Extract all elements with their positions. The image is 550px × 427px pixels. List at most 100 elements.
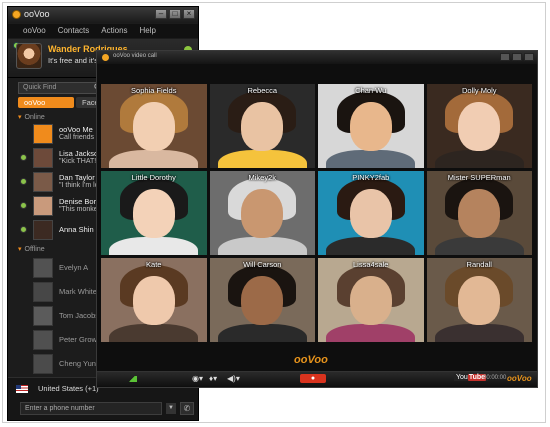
participant-name: Will Carson: [243, 260, 282, 269]
phone-number-input[interactable]: Enter a phone number: [20, 402, 162, 415]
video-tile[interactable]: Sophia Fields: [101, 84, 207, 168]
contact-name: Cheng Yun: [59, 359, 96, 368]
participant-face: [349, 276, 392, 326]
online-section-header[interactable]: ▾ Online: [18, 113, 45, 121]
contact-row[interactable]: Anna Shin: [18, 219, 106, 241]
end-call-button[interactable]: ●: [300, 374, 326, 383]
contact-row[interactable]: Lisa Jackson "Kick THAT!!": [18, 147, 106, 169]
video-tile[interactable]: Little Dorothy: [101, 171, 207, 255]
participant-body: [434, 323, 524, 342]
video-window-title: ooVoo video call: [113, 53, 157, 59]
video-tile[interactable]: Chan Wu: [318, 84, 424, 168]
contact-avatar: [33, 172, 53, 192]
contact-message: "Kick THAT!!": [59, 158, 101, 165]
speaker-icon[interactable]: ◀)▾: [227, 374, 240, 383]
title-bar[interactable]: ooVoo – □ ×: [8, 7, 198, 23]
video-tile[interactable]: Rebecca: [209, 84, 315, 168]
participant-name: Little Dorothy: [131, 173, 176, 182]
participant-name: Mister SUPERman: [447, 173, 511, 182]
participant-name: Kate: [146, 260, 162, 269]
signal-strength-icon: [127, 376, 137, 382]
contact-message: "I think I'm lo: [59, 182, 99, 189]
participant-body: [326, 323, 416, 342]
video-tile[interactable]: Will Carson: [209, 258, 315, 342]
participant-face: [132, 189, 175, 239]
contact-row[interactable]: Denise Bortl... "This monkey l: [18, 195, 106, 217]
participant-body: [109, 149, 199, 168]
menu-actions[interactable]: Actions: [95, 24, 133, 38]
maximize-button[interactable]: [512, 53, 522, 61]
participant-face: [132, 276, 175, 326]
video-tile[interactable]: Randall: [426, 258, 532, 342]
chevron-down-icon[interactable]: ▼: [166, 403, 176, 414]
video-call-window: ooVoo video call Sophia Fields Rebecca Cha…: [96, 50, 538, 388]
participant-name: Rebecca: [247, 86, 278, 95]
contact-name: Evelyn A: [59, 263, 89, 272]
minimize-button[interactable]: –: [155, 9, 167, 19]
us-flag-icon[interactable]: [16, 385, 28, 393]
my-avatar[interactable]: [16, 43, 42, 69]
participant-name: Sophia Fields: [131, 86, 177, 95]
contact-name: Mark White: [59, 287, 97, 296]
video-title-bar[interactable]: ooVoo video call: [97, 51, 537, 64]
contact-row[interactable]: Dan Taylor "I think I'm lo: [18, 171, 106, 193]
menu-bar: ooVoo Contacts Actions Help: [8, 24, 198, 38]
close-button[interactable]: [524, 53, 534, 61]
participant-face: [349, 189, 392, 239]
participant-body: [217, 236, 307, 255]
online-status-icon: [20, 178, 27, 185]
contact-row[interactable]: ooVoo Me Call friends h: [18, 123, 106, 145]
minimize-button[interactable]: [500, 53, 510, 61]
tab-oovoo[interactable]: ooVoo: [18, 97, 74, 108]
contact-avatar: [33, 282, 53, 302]
close-button[interactable]: ×: [183, 9, 195, 19]
participant-name: Dolly Moly: [461, 86, 497, 95]
video-footer: ooVoo ◉▾ ♦▾ ◀)▾ ● YouTube 00:00:00 ooVoo: [97, 347, 537, 387]
contact-row[interactable]: Tom Jacobson: [18, 305, 107, 327]
participant-face: [132, 102, 175, 152]
quick-find-input[interactable]: Quick Find: [18, 82, 103, 94]
video-tile[interactable]: PINKY2fab: [318, 171, 424, 255]
participant-face: [458, 102, 501, 152]
menu-oovoo[interactable]: ooVoo: [8, 24, 52, 38]
participant-body: [217, 149, 307, 168]
call-control-bar: ◉▾ ♦▾ ◀)▾ ● YouTube 00:00:00 ooVoo: [97, 371, 537, 386]
contact-avatar: [33, 196, 53, 216]
microphone-icon[interactable]: ♦▾: [209, 374, 217, 383]
contact-row[interactable]: Evelyn A: [18, 257, 106, 279]
participant-body: [434, 236, 524, 255]
participant-body: [434, 149, 524, 168]
video-tile[interactable]: Mister SUPERman: [426, 171, 532, 255]
phone-call-button[interactable]: ✆: [180, 402, 194, 415]
video-tile[interactable]: Mikey2k: [209, 171, 315, 255]
maximize-button[interactable]: □: [169, 9, 181, 19]
participant-body: [217, 323, 307, 342]
participant-body: [326, 149, 416, 168]
video-tile[interactable]: Kate: [101, 258, 207, 342]
contact-row[interactable]: Peter Grow: [18, 329, 106, 351]
menu-help[interactable]: Help: [134, 24, 162, 38]
collapse-arrow-icon: ▾: [18, 246, 22, 253]
participant-name: PINKY2fab: [352, 173, 390, 182]
contact-name: Dan Taylor: [59, 173, 95, 182]
call-timer: 00:00:00: [483, 375, 507, 381]
participant-body: [109, 236, 199, 255]
collapse-arrow-icon: ▾: [18, 114, 22, 121]
menu-contacts[interactable]: Contacts: [52, 24, 96, 38]
participant-face: [241, 189, 284, 239]
video-tile[interactable]: Lissa4sale: [318, 258, 424, 342]
online-status-icon: [20, 226, 27, 233]
participant-name: Lissa4sale: [353, 260, 389, 269]
offline-section-header[interactable]: ▾ Offline: [18, 245, 45, 253]
participant-name: Chan Wu: [355, 86, 387, 95]
video-tile[interactable]: Dolly Moly: [426, 84, 532, 168]
contact-avatar: [33, 306, 53, 326]
contact-row[interactable]: Cheng Yun: [18, 353, 106, 375]
camera-icon[interactable]: ◉▾: [192, 374, 203, 383]
contact-row[interactable]: Mark White: [18, 281, 106, 303]
video-window-controls: [500, 53, 534, 61]
contact-name: Anna Shin: [59, 225, 94, 234]
country-selector[interactable]: United States (+1): [38, 384, 99, 393]
contact-avatar: [33, 330, 53, 350]
contact-avatar: [33, 124, 53, 144]
